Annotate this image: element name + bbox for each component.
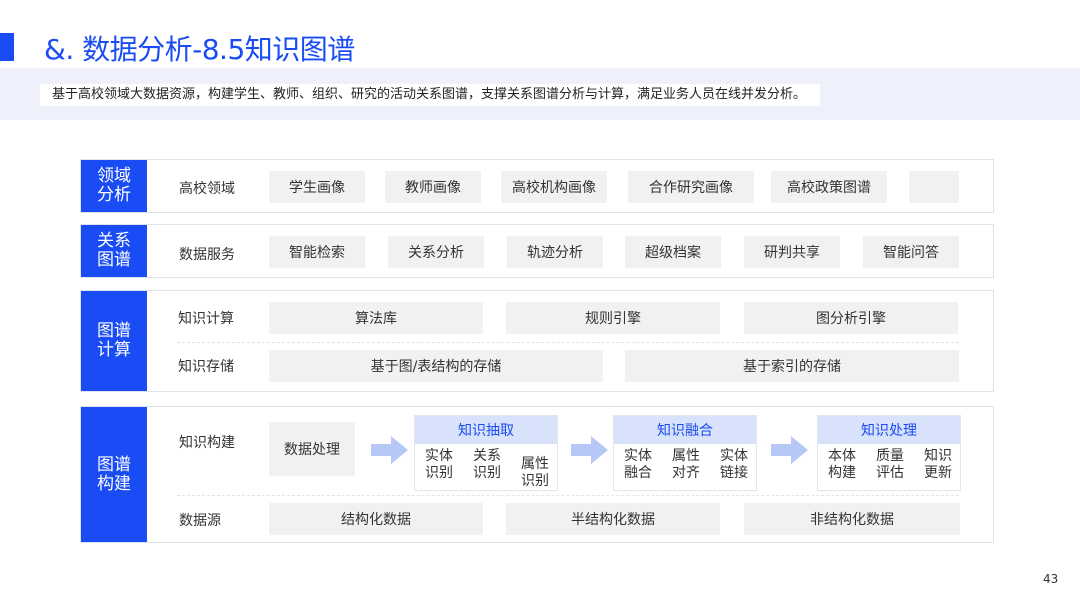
chip-empty bbox=[909, 171, 959, 203]
stage-knowledge-fusion: 知识融合 实体融合 属性对齐 实体链接 bbox=[613, 415, 757, 491]
stage-item: 知识更新 bbox=[924, 448, 952, 481]
row-graph-compute: 图谱计算 知识计算 算法库 规则引擎 图分析引擎 知识存储 基于图/表结构的存储… bbox=[80, 290, 994, 392]
chip-rule-engine: 规则引擎 bbox=[506, 302, 720, 334]
chip-graph-table-storage: 基于图/表结构的存储 bbox=[269, 350, 603, 382]
page-title: &. 数据分析-8.5知识图谱 bbox=[44, 33, 355, 66]
stage-item: 实体识别 bbox=[425, 448, 453, 481]
row-relation-graph: 关系图谱 数据服务 智能检索 关系分析 轨迹分析 超级档案 研判共享 智能问答 bbox=[80, 224, 994, 278]
chip-semistructured-data: 半结构化数据 bbox=[506, 503, 720, 535]
chip-policy-graph: 高校政策图谱 bbox=[771, 171, 887, 203]
arrow-right-icon bbox=[371, 436, 408, 464]
chip-index-storage: 基于索引的存储 bbox=[625, 350, 959, 382]
stage-item: 属性识别 bbox=[521, 456, 549, 489]
stage-knowledge-processing: 知识处理 本体构建 质量评估 知识更新 bbox=[817, 415, 961, 491]
chip-research-profile: 合作研究画像 bbox=[628, 171, 754, 203]
row-label-build: 图谱构建 bbox=[81, 407, 147, 542]
arrow-right-icon bbox=[571, 436, 608, 464]
chip-unstructured-data: 非结构化数据 bbox=[744, 503, 960, 535]
divider bbox=[177, 495, 959, 496]
category-label: 知识存储 bbox=[178, 359, 234, 375]
stage-item: 本体构建 bbox=[828, 448, 856, 481]
data-processing-box: 数据处理 bbox=[269, 422, 355, 476]
row-label-compute: 图谱计算 bbox=[81, 291, 147, 391]
page-number: 43 bbox=[1043, 572, 1059, 586]
chip-algorithm-library: 算法库 bbox=[269, 302, 483, 334]
divider bbox=[177, 342, 959, 343]
category-label: 数据服务 bbox=[179, 247, 235, 263]
category-label: 高校领域 bbox=[179, 181, 235, 197]
row-graph-build: 图谱构建 知识构建 数据处理 知识抽取 实体识别 关系识别 属性识别 知识融合 … bbox=[80, 406, 994, 543]
chip-super-archive: 超级档案 bbox=[625, 236, 721, 268]
stage-title: 知识融合 bbox=[614, 416, 756, 444]
chip-smart-search: 智能检索 bbox=[269, 236, 365, 268]
stage-knowledge-extraction: 知识抽取 实体识别 关系识别 属性识别 bbox=[414, 415, 558, 491]
row-label-domain: 领域分析 bbox=[81, 160, 147, 212]
stage-item: 关系识别 bbox=[473, 448, 501, 481]
stage-item: 质量评估 bbox=[876, 448, 904, 481]
chip-trajectory-analysis: 轨迹分析 bbox=[507, 236, 603, 268]
stage-item: 实体融合 bbox=[624, 448, 652, 481]
category-label: 知识构建 bbox=[179, 435, 235, 451]
chip-structured-data: 结构化数据 bbox=[269, 503, 483, 535]
title-accent-bar bbox=[0, 33, 14, 61]
chip-teacher-profile: 教师画像 bbox=[385, 171, 481, 203]
stage-title: 知识处理 bbox=[818, 416, 960, 444]
row-domain-analysis: 领域分析 高校领域 学生画像 教师画像 高校机构画像 合作研究画像 高校政策图谱 bbox=[80, 159, 994, 213]
row-label-relation: 关系图谱 bbox=[81, 225, 147, 277]
chip-institution-profile: 高校机构画像 bbox=[501, 171, 607, 203]
chip-relation-analysis: 关系分析 bbox=[388, 236, 484, 268]
page-subtitle: 基于高校领域大数据资源，构建学生、教师、组织、研究的活动关系图谱，支撑关系图谱分… bbox=[40, 84, 820, 106]
chip-graph-analysis-engine: 图分析引擎 bbox=[744, 302, 958, 334]
stage-item: 实体链接 bbox=[720, 448, 748, 481]
chip-judgment-sharing: 研判共享 bbox=[744, 236, 840, 268]
category-label: 数据源 bbox=[179, 513, 221, 529]
stage-item: 属性对齐 bbox=[672, 448, 700, 481]
chip-smart-qa: 智能问答 bbox=[863, 236, 959, 268]
chip-student-profile: 学生画像 bbox=[269, 171, 365, 203]
arrow-right-icon bbox=[771, 436, 808, 464]
stage-title: 知识抽取 bbox=[415, 416, 557, 444]
category-label: 知识计算 bbox=[178, 311, 234, 327]
